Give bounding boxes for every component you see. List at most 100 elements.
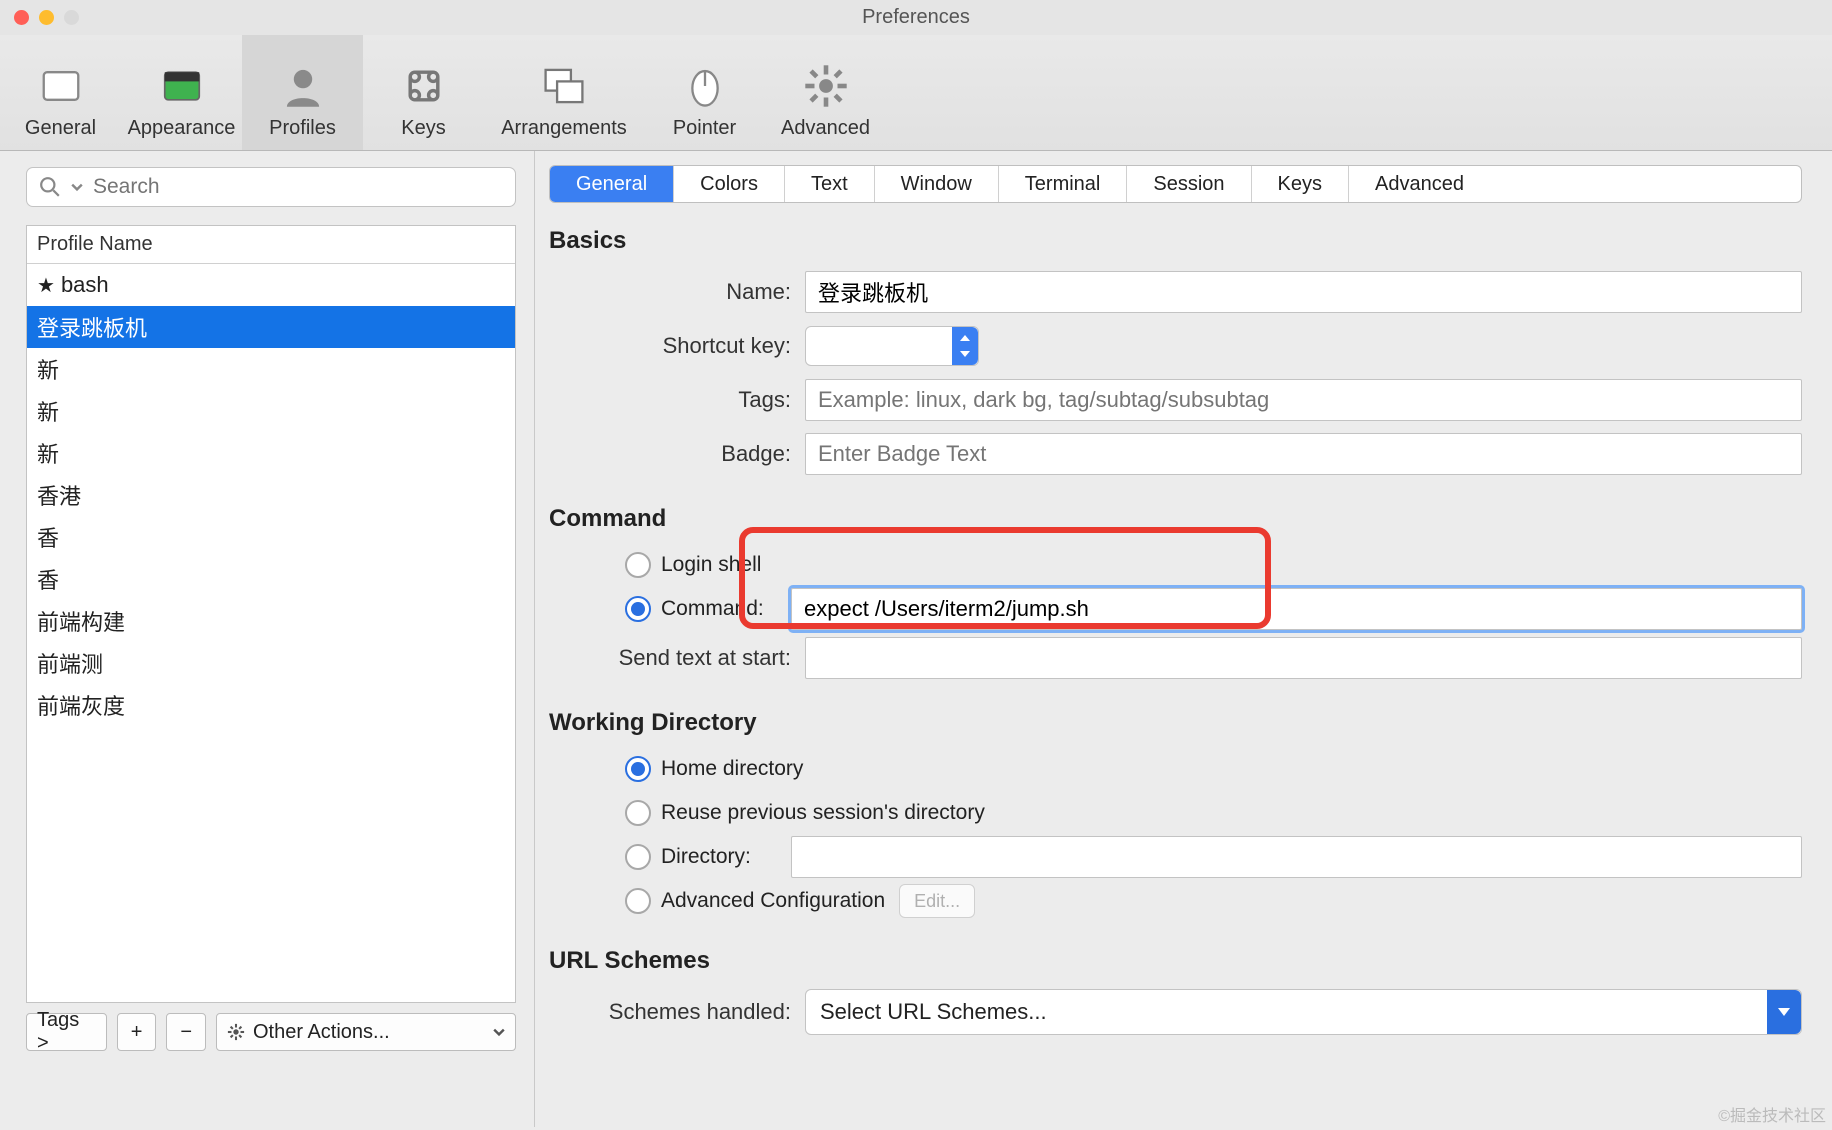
schemes-select[interactable]: Select URL Schemes...: [805, 989, 1802, 1035]
tab-advanced[interactable]: Advanced: [1349, 166, 1490, 202]
profile-detail: GeneralColorsTextWindowTerminalSessionKe…: [534, 151, 1832, 1127]
main-toolbar: General Appearance Profiles Keys Arrange…: [0, 35, 1832, 151]
badge-input[interactable]: [805, 433, 1802, 475]
arrangements-icon: [541, 63, 587, 109]
login-shell-radio[interactable]: [625, 552, 651, 578]
watermark: ©掘金技术社区: [1718, 1102, 1826, 1126]
profiles-sidebar: Profile Name ★bash登录跳板机新新新香港香香前端构建前端测前端灰…: [0, 151, 534, 1127]
home-dir-label: Home directory: [661, 757, 803, 781]
profiles-icon: [280, 63, 326, 109]
shortcut-select[interactable]: [805, 326, 979, 366]
toolbar-label: Keys: [401, 117, 445, 140]
profile-row[interactable]: ★bash: [27, 264, 515, 306]
add-profile-button[interactable]: +: [117, 1013, 157, 1051]
name-input[interactable]: [805, 271, 1802, 313]
profile-name: 新: [37, 437, 59, 469]
profile-row[interactable]: 前端灰度: [27, 684, 515, 726]
tab-window[interactable]: Window: [875, 166, 999, 202]
profile-row[interactable]: 前端构建: [27, 600, 515, 642]
schemes-value: Select URL Schemes...: [820, 999, 1047, 1025]
edit-button: Edit...: [899, 884, 975, 918]
gear-icon: [227, 1023, 245, 1041]
appearance-icon: [159, 63, 205, 109]
schemes-label: Schemes handled:: [549, 999, 805, 1025]
shortcut-label: Shortcut key:: [549, 333, 805, 359]
directory-label: Directory:: [661, 845, 791, 869]
pointer-icon: [682, 63, 728, 109]
reuse-dir-label: Reuse previous session's directory: [661, 801, 985, 825]
profile-name: 登录跳板机: [37, 311, 147, 343]
command-label: Command:: [661, 597, 791, 621]
profile-row[interactable]: 新: [27, 432, 515, 474]
tab-session[interactable]: Session: [1127, 166, 1251, 202]
profile-name: 新: [37, 353, 59, 385]
directory-radio[interactable]: [625, 844, 651, 870]
profile-row[interactable]: 前端测: [27, 642, 515, 684]
toolbar-label: Advanced: [781, 117, 870, 140]
home-dir-radio[interactable]: [625, 756, 651, 782]
zoom-icon: [64, 10, 79, 25]
profile-name: 前端灰度: [37, 689, 125, 721]
profile-row[interactable]: 新: [27, 348, 515, 390]
profile-name: bash: [61, 272, 109, 298]
tags-input[interactable]: [805, 379, 1802, 421]
chevron-down-icon[interactable]: [71, 181, 83, 193]
gear-icon: [803, 63, 849, 109]
login-shell-label: Login shell: [661, 553, 761, 577]
toolbar-arrangements[interactable]: Arrangements: [484, 35, 644, 150]
profile-row[interactable]: 香港: [27, 474, 515, 516]
search-field[interactable]: [26, 167, 516, 207]
reuse-dir-radio[interactable]: [625, 800, 651, 826]
profile-row[interactable]: 香: [27, 516, 515, 558]
remove-profile-button[interactable]: −: [166, 1013, 206, 1051]
profile-row[interactable]: 登录跳板机: [27, 306, 515, 348]
tab-general[interactable]: General: [550, 166, 674, 202]
send-text-input[interactable]: [805, 637, 1802, 679]
url-heading: URL Schemes: [549, 947, 1802, 975]
toolbar-pointer[interactable]: Pointer: [644, 35, 765, 150]
profile-list-header[interactable]: Profile Name: [27, 226, 515, 264]
tab-colors[interactable]: Colors: [674, 166, 785, 202]
tab-text[interactable]: Text: [785, 166, 875, 202]
tags-button[interactable]: Tags >: [26, 1013, 107, 1051]
tab-terminal[interactable]: Terminal: [999, 166, 1128, 202]
profile-name: 前端构建: [37, 605, 125, 637]
profile-name: 香: [37, 563, 59, 595]
adv-config-radio[interactable]: [625, 888, 651, 914]
other-actions-menu[interactable]: Other Actions...: [216, 1013, 516, 1051]
basics-heading: Basics: [549, 227, 1802, 255]
command-radio[interactable]: [625, 596, 651, 622]
search-input[interactable]: [93, 175, 503, 199]
tags-label: Tags:: [549, 387, 805, 413]
star-icon: ★: [37, 273, 55, 298]
profile-name: 新: [37, 395, 59, 427]
toolbar-label: Pointer: [673, 117, 736, 140]
toolbar-label: Arrangements: [501, 117, 627, 140]
workdir-heading: Working Directory: [549, 709, 1802, 737]
profile-list: Profile Name ★bash登录跳板机新新新香港香香前端构建前端测前端灰…: [26, 225, 516, 1003]
tab-keys[interactable]: Keys: [1252, 166, 1349, 202]
command-input[interactable]: [791, 588, 1802, 630]
toolbar-label: Profiles: [269, 117, 336, 140]
toolbar-label: General: [25, 117, 96, 140]
toolbar-appearance[interactable]: Appearance: [121, 35, 242, 150]
profile-row[interactable]: 新: [27, 390, 515, 432]
profile-name: 前端测: [37, 647, 103, 679]
toolbar-keys[interactable]: Keys: [363, 35, 484, 150]
window-title: Preferences: [862, 6, 970, 29]
toolbar-advanced[interactable]: Advanced: [765, 35, 886, 150]
toolbar-label: Appearance: [128, 117, 236, 140]
command-heading: Command: [549, 505, 1802, 533]
badge-label: Badge:: [549, 441, 805, 467]
close-icon[interactable]: [14, 10, 29, 25]
window-icon: [38, 63, 84, 109]
directory-input[interactable]: [791, 836, 1802, 878]
profile-tabs: GeneralColorsTextWindowTerminalSessionKe…: [549, 165, 1802, 203]
toolbar-profiles[interactable]: Profiles: [242, 35, 363, 150]
toolbar-general[interactable]: General: [0, 35, 121, 150]
other-actions-label: Other Actions...: [253, 1021, 390, 1044]
profile-name: 香港: [37, 479, 81, 511]
search-icon: [39, 176, 61, 198]
minimize-icon[interactable]: [39, 10, 54, 25]
profile-row[interactable]: 香: [27, 558, 515, 600]
